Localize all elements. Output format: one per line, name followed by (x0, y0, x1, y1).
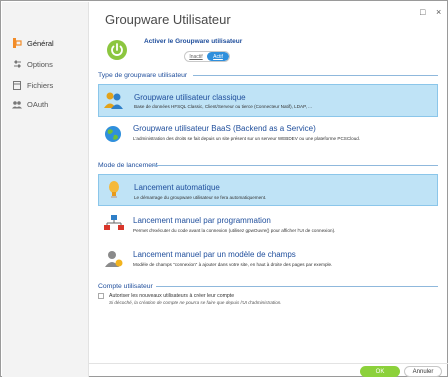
option-description: Base de données HFSQL Classic, Client/Se… (134, 104, 312, 109)
option-title: Groupware utilisateur classique (134, 93, 246, 102)
users-icon (104, 91, 123, 109)
close-button[interactable]: × (436, 7, 441, 17)
restore-button[interactable]: □ (420, 7, 425, 17)
toggle-option-active[interactable]: Actif (207, 52, 229, 61)
sidebar-item-label: Fichiers (27, 80, 54, 90)
option-description: Modèle de champs "connexion" à ajouter d… (133, 262, 333, 267)
checkbox-label: Autoriser les nouveaux utilisateurs à cr… (109, 293, 235, 299)
section-title-groupware-type: Type de groupware utilisateur (98, 71, 188, 79)
dialog-window: Général Options Fichiers OAuth □ × Group… (0, 0, 448, 377)
option-description: Le démarrage du groupware utilisateur se… (134, 195, 267, 200)
option-title: Lancement manuel par programmation (133, 216, 271, 225)
option-classic-groupware[interactable]: Groupware utilisateur classique Base de … (98, 84, 438, 117)
network-icon (104, 215, 124, 233)
sidebar: Général Options Fichiers OAuth (2, 2, 89, 377)
option-title: Lancement automatique (134, 183, 220, 192)
globe-icon (104, 125, 122, 143)
allow-account-creation-checkbox[interactable] (98, 293, 104, 299)
sidebar-item-label: Options (27, 59, 53, 69)
option-auto-launch[interactable]: Lancement automatique Le démarrage du gr… (98, 174, 438, 206)
section-divider (153, 165, 438, 166)
option-baas-groupware[interactable]: Groupware utilisateur BaaS (Backend as a… (98, 120, 438, 153)
option-title: Groupware utilisateur BaaS (Backend as a… (133, 124, 316, 133)
page-title: Groupware Utilisateur (105, 12, 231, 27)
section-divider (156, 286, 438, 287)
activation-toggle[interactable]: Inactif Actif (184, 51, 230, 62)
sidebar-item-label: Général (27, 38, 54, 48)
footer-divider (89, 363, 448, 364)
auto-launch-icon (106, 181, 124, 199)
power-icon (107, 40, 127, 60)
option-description: L'administration des droits se fait depu… (133, 136, 361, 141)
sidebar-item-files[interactable]: Fichiers (12, 78, 53, 92)
option-manual-programming[interactable]: Lancement manuel par programmation Perme… (98, 211, 438, 241)
user-model-icon (105, 250, 123, 268)
section-divider (193, 75, 438, 76)
activation-label: Activer le Groupware utilisateur (144, 38, 243, 45)
options-icon (12, 59, 22, 69)
sidebar-item-oauth[interactable]: OAuth (12, 97, 48, 111)
sidebar-item-options[interactable]: Options (12, 57, 53, 71)
sidebar-item-general[interactable]: Général (12, 36, 54, 50)
checkbox-note: Si décoché, la création de compte ne pou… (109, 300, 282, 305)
section-title-user-account: Compte utilisateur (98, 282, 153, 290)
option-title: Lancement manuel par un modèle de champs (133, 250, 296, 259)
option-description: Permet d'exécuter du code avant la conne… (133, 228, 336, 233)
toggle-option-inactive[interactable]: Inactif (185, 52, 207, 61)
sidebar-item-label: OAuth (27, 99, 49, 109)
cancel-button[interactable]: Annuler (404, 366, 442, 377)
oauth-icon (12, 99, 22, 109)
files-icon (12, 80, 22, 90)
general-icon (12, 38, 22, 48)
option-manual-field-model[interactable]: Lancement manuel par un modèle de champs… (98, 245, 438, 275)
ok-button[interactable]: OK (360, 366, 400, 377)
section-title-launch-mode: Mode de lancement (98, 161, 158, 169)
